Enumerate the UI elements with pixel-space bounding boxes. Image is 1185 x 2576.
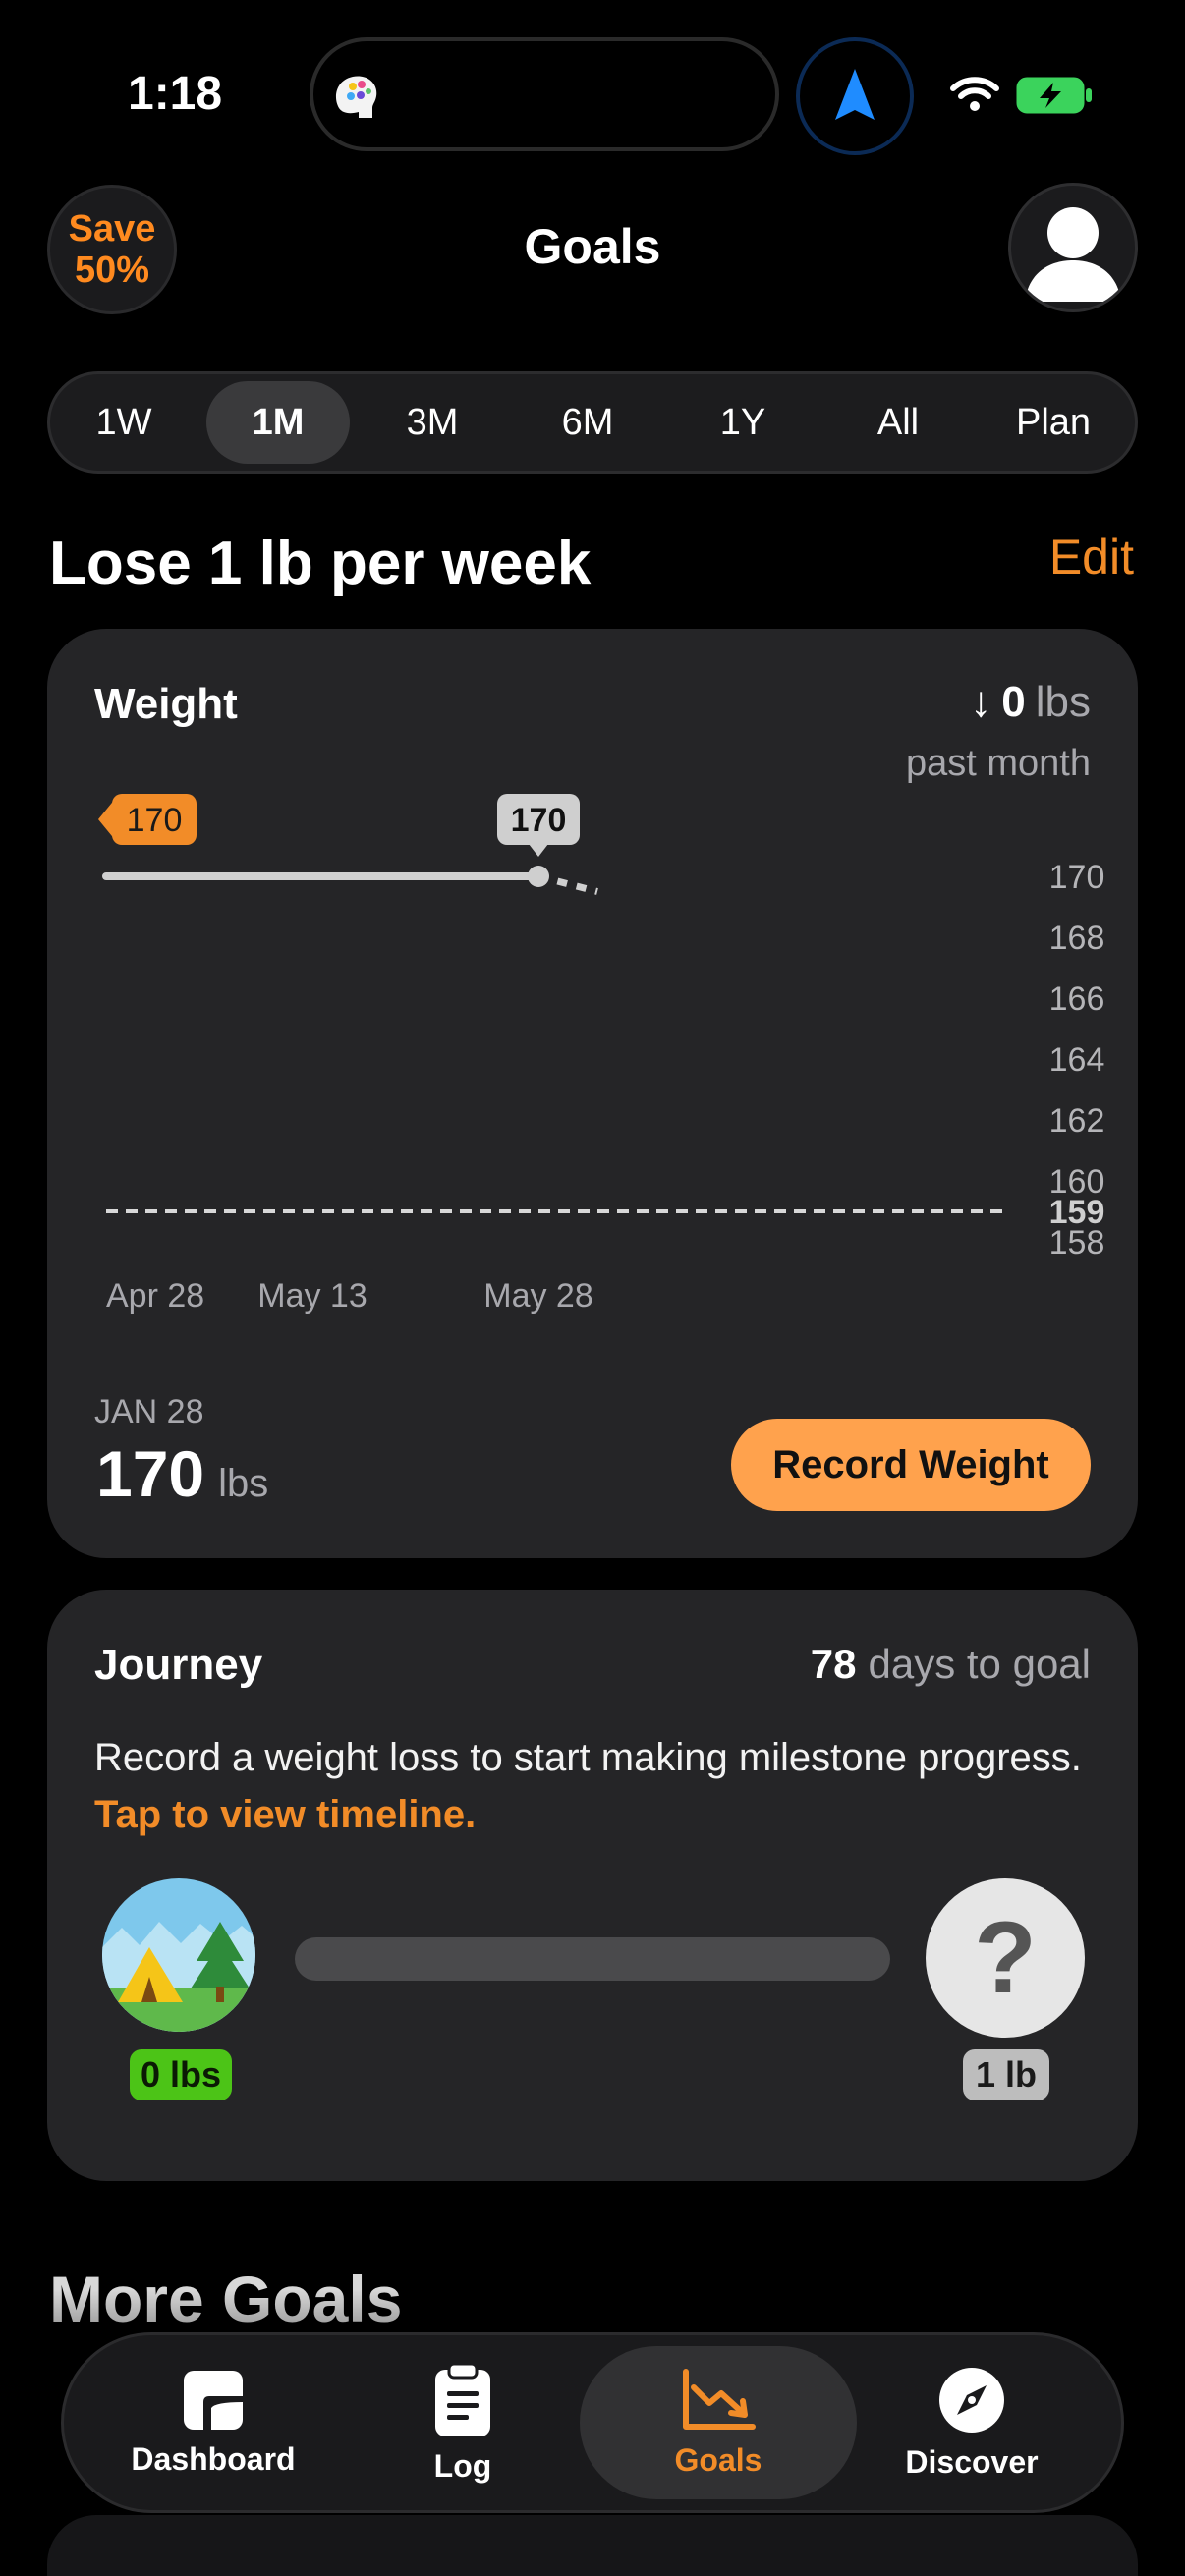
days-to-goal-value: 78	[810, 1641, 857, 1687]
end-milestone-badge: 1 lb	[963, 2049, 1049, 2100]
current-weight-point	[528, 866, 549, 887]
goal-line-label: 159	[1049, 1194, 1105, 1231]
latest-weight-unit: lbs	[218, 1462, 269, 1505]
latest-weight-date: JAN 28	[94, 1393, 204, 1430]
more-goals-card-peek	[47, 2515, 1138, 2576]
y-tick-label: 168	[1049, 920, 1105, 957]
down-arrow-icon: ↓	[970, 678, 992, 726]
journey-message: Record a weight loss to start making mil…	[94, 1729, 1087, 1843]
weight-change-unit: lbs	[1035, 678, 1091, 726]
tab-all[interactable]: All	[829, 381, 967, 464]
brain-app-icon	[335, 76, 377, 118]
nav-dashboard-label: Dashboard	[131, 2440, 296, 2477]
chart-down-icon	[683, 2368, 756, 2430]
profile-avatar[interactable]	[1008, 183, 1138, 312]
x-tick-label: May 13	[257, 1277, 367, 1315]
clipboard-icon	[435, 2362, 490, 2436]
goal-title: Lose 1 lb per week	[49, 530, 592, 597]
status-time: 1:18	[128, 68, 223, 120]
tab-1w[interactable]: 1W	[55, 381, 193, 464]
start-milestone-badge: 0 lbs	[130, 2049, 232, 2100]
y-tick-label: 166	[1049, 980, 1105, 1018]
tab-1y[interactable]: 1Y	[674, 381, 812, 464]
x-tick-label: Apr 28	[106, 1277, 204, 1315]
nav-log[interactable]: Log	[324, 2346, 601, 2499]
navigation-pill[interactable]	[796, 37, 914, 155]
nav-discover[interactable]: Discover	[833, 2346, 1110, 2499]
journey-title: Journey	[94, 1641, 263, 1689]
y-tick-label: 170	[1049, 859, 1105, 896]
days-to-goal-label: days to goal	[868, 1641, 1092, 1687]
latest-weight-value: 170	[96, 1437, 205, 1510]
navigation-arrow-icon	[835, 69, 875, 120]
record-weight-button[interactable]: Record Weight	[731, 1419, 1091, 1511]
nav-discover-label: Discover	[905, 2443, 1039, 2480]
battery-charging-icon	[1016, 77, 1092, 114]
wifi-icon	[950, 77, 999, 111]
days-to-goal: 78 days to goal	[811, 1641, 1091, 1688]
weight-change: ↓ 0 lbs	[970, 678, 1091, 727]
view-timeline-link[interactable]: Tap to view timeline.	[94, 1793, 476, 1836]
nav-dashboard[interactable]: Dashboard	[75, 2346, 352, 2499]
x-tick-label: May 28	[483, 1277, 593, 1315]
start-marker-label: 170	[127, 802, 183, 839]
dashboard-icon	[184, 2370, 243, 2430]
weight-change-value: 0	[1001, 678, 1026, 726]
campsite-milestone-icon	[102, 1878, 255, 2032]
edit-goal-link[interactable]: Edit	[1049, 529, 1134, 586]
latest-weight: 170 lbs	[96, 1436, 268, 1511]
journey-progress-track	[295, 1937, 890, 1981]
y-tick-label: 162	[1049, 1102, 1105, 1140]
tab-plan[interactable]: Plan	[983, 381, 1124, 464]
person-icon	[1025, 207, 1121, 302]
tab-1m[interactable]: 1M	[206, 381, 350, 464]
current-marker-label: 170	[511, 802, 567, 839]
nav-goals-label: Goals	[674, 2441, 762, 2478]
compass-icon	[939, 2367, 1004, 2433]
tab-6m[interactable]: 6M	[519, 381, 656, 464]
journey-message-text: Record a weight loss to start making mil…	[94, 1736, 1082, 1779]
weight-card-title: Weight	[94, 680, 238, 728]
weight-chart[interactable]: 170168166164162160158159170170Apr 28 May …	[47, 776, 1138, 1346]
nav-log-label: Log	[433, 2447, 492, 2484]
y-tick-label: 164	[1049, 1041, 1105, 1079]
nav-goals[interactable]: Goals	[580, 2346, 857, 2499]
unknown-milestone-icon: ?	[926, 1878, 1085, 2038]
current-marker-pointer	[529, 844, 548, 857]
tab-3m[interactable]: 3M	[364, 381, 501, 464]
